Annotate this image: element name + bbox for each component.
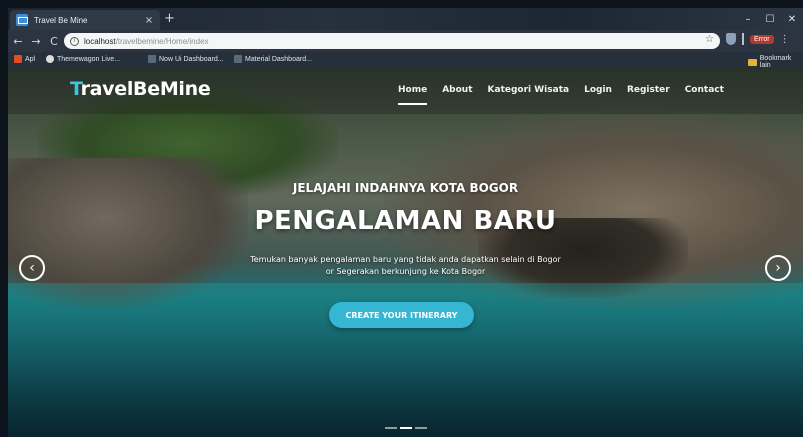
- bookmark-themewagon[interactable]: Themewagon Live...: [46, 55, 120, 63]
- bookmark-label: Bookmark lain: [759, 55, 792, 69]
- extension-divider: [742, 33, 744, 45]
- browser-toolbar: ← → C i localhost /travelbemine/Home/ind…: [8, 30, 803, 52]
- close-window-icon[interactable]: ✕: [781, 14, 803, 25]
- carousel-indicator[interactable]: [385, 427, 397, 429]
- carousel-prev-button[interactable]: ‹: [19, 255, 45, 281]
- logo-text: ravelBeMine: [80, 78, 211, 100]
- url-path: /travelbemine/Home/index: [115, 36, 209, 46]
- address-bar[interactable]: i localhost /travelbemine/Home/index ☆: [64, 33, 720, 49]
- hero-subtitle: JELAJAHI INDAHNYA KOTA BOGOR: [292, 181, 519, 195]
- material-icon: [234, 55, 242, 63]
- url-host: localhost: [84, 36, 116, 46]
- minimize-icon[interactable]: –: [737, 14, 759, 25]
- site-nav: Home About Kategori Wisata Login Registe…: [398, 85, 739, 105]
- bookmark-label: Material Dashboard...: [245, 55, 312, 63]
- bookmarks-bar: Apl Themewagon Live... Now Ui Dashboard.…: [8, 52, 803, 69]
- bookmark-other[interactable]: Bookmark lain: [748, 55, 803, 69]
- extension-shield-icon[interactable]: [726, 33, 736, 45]
- maximize-icon[interactable]: ☐: [759, 14, 781, 25]
- nav-contact[interactable]: Contact: [685, 85, 724, 95]
- hero-description-line: or Segerakan berkunjung ke Kota Bogor: [325, 267, 486, 276]
- nav-login[interactable]: Login: [584, 85, 612, 95]
- hero-description: Temukan banyak pengalaman baru yang tida…: [8, 254, 803, 278]
- info-icon[interactable]: i: [70, 36, 79, 46]
- window-controls: – ☐ ✕: [737, 8, 803, 30]
- new-tab-icon[interactable]: +: [164, 11, 175, 26]
- site-navbar: TravelBeMine Home About Kategori Wisata …: [8, 68, 803, 114]
- favicon-icon: [16, 14, 28, 26]
- site-logo[interactable]: TravelBeMine: [70, 78, 211, 100]
- tab-title: Travel Be Mine: [34, 15, 88, 25]
- forward-icon[interactable]: →: [28, 35, 44, 48]
- nav-about[interactable]: About: [442, 85, 472, 95]
- reload-icon[interactable]: C: [46, 35, 62, 48]
- bookmark-apps[interactable]: Apl: [14, 55, 35, 63]
- hero-title: PENGALAMAN BARU: [254, 206, 557, 236]
- extensions-area: Error ⋮: [726, 33, 790, 45]
- now-ui-icon: [148, 55, 156, 63]
- bookmark-now-ui[interactable]: Now Ui Dashboard...: [148, 55, 224, 63]
- themewagon-icon: [46, 55, 54, 63]
- bookmark-label: Apl: [25, 55, 36, 63]
- chevron-left-icon: ‹: [29, 260, 35, 276]
- browser-titlebar: Travel Be Mine × + – ☐ ✕: [8, 8, 803, 30]
- carousel-next-button[interactable]: ›: [765, 255, 791, 281]
- hero-overlay: [8, 68, 803, 437]
- error-badge[interactable]: Error: [750, 34, 774, 44]
- nav-home[interactable]: Home: [398, 85, 428, 105]
- hero-description-line: Temukan banyak pengalaman baru yang tida…: [250, 255, 561, 264]
- bookmark-star-icon[interactable]: ☆: [705, 34, 714, 45]
- carousel-indicator[interactable]: [400, 427, 412, 429]
- tab-close-icon[interactable]: ×: [142, 15, 156, 26]
- browser-menu-icon[interactable]: ⋮: [780, 34, 790, 45]
- chevron-right-icon: ›: [775, 260, 781, 276]
- folder-icon: [748, 58, 757, 66]
- carousel-indicator[interactable]: [415, 427, 427, 429]
- browser-window: Travel Be Mine × + – ☐ ✕ ← → C i localho…: [8, 8, 803, 437]
- apps-grid-icon: [14, 55, 22, 63]
- nav-register[interactable]: Register: [627, 85, 670, 95]
- bookmark-label: Now Ui Dashboard...: [159, 55, 224, 63]
- create-itinerary-button[interactable]: CREATE YOUR ITINERARY: [329, 302, 474, 328]
- back-icon[interactable]: ←: [10, 35, 26, 48]
- carousel-indicators: [385, 427, 427, 429]
- bookmark-material[interactable]: Material Dashboard...: [234, 55, 312, 63]
- nav-kategori-wisata[interactable]: Kategori Wisata: [488, 85, 570, 95]
- bookmark-label: Themewagon Live...: [57, 55, 121, 63]
- browser-tab[interactable]: Travel Be Mine ×: [10, 10, 160, 30]
- logo-initial: T: [70, 78, 81, 100]
- website-viewport: TravelBeMine Home About Kategori Wisata …: [8, 68, 803, 437]
